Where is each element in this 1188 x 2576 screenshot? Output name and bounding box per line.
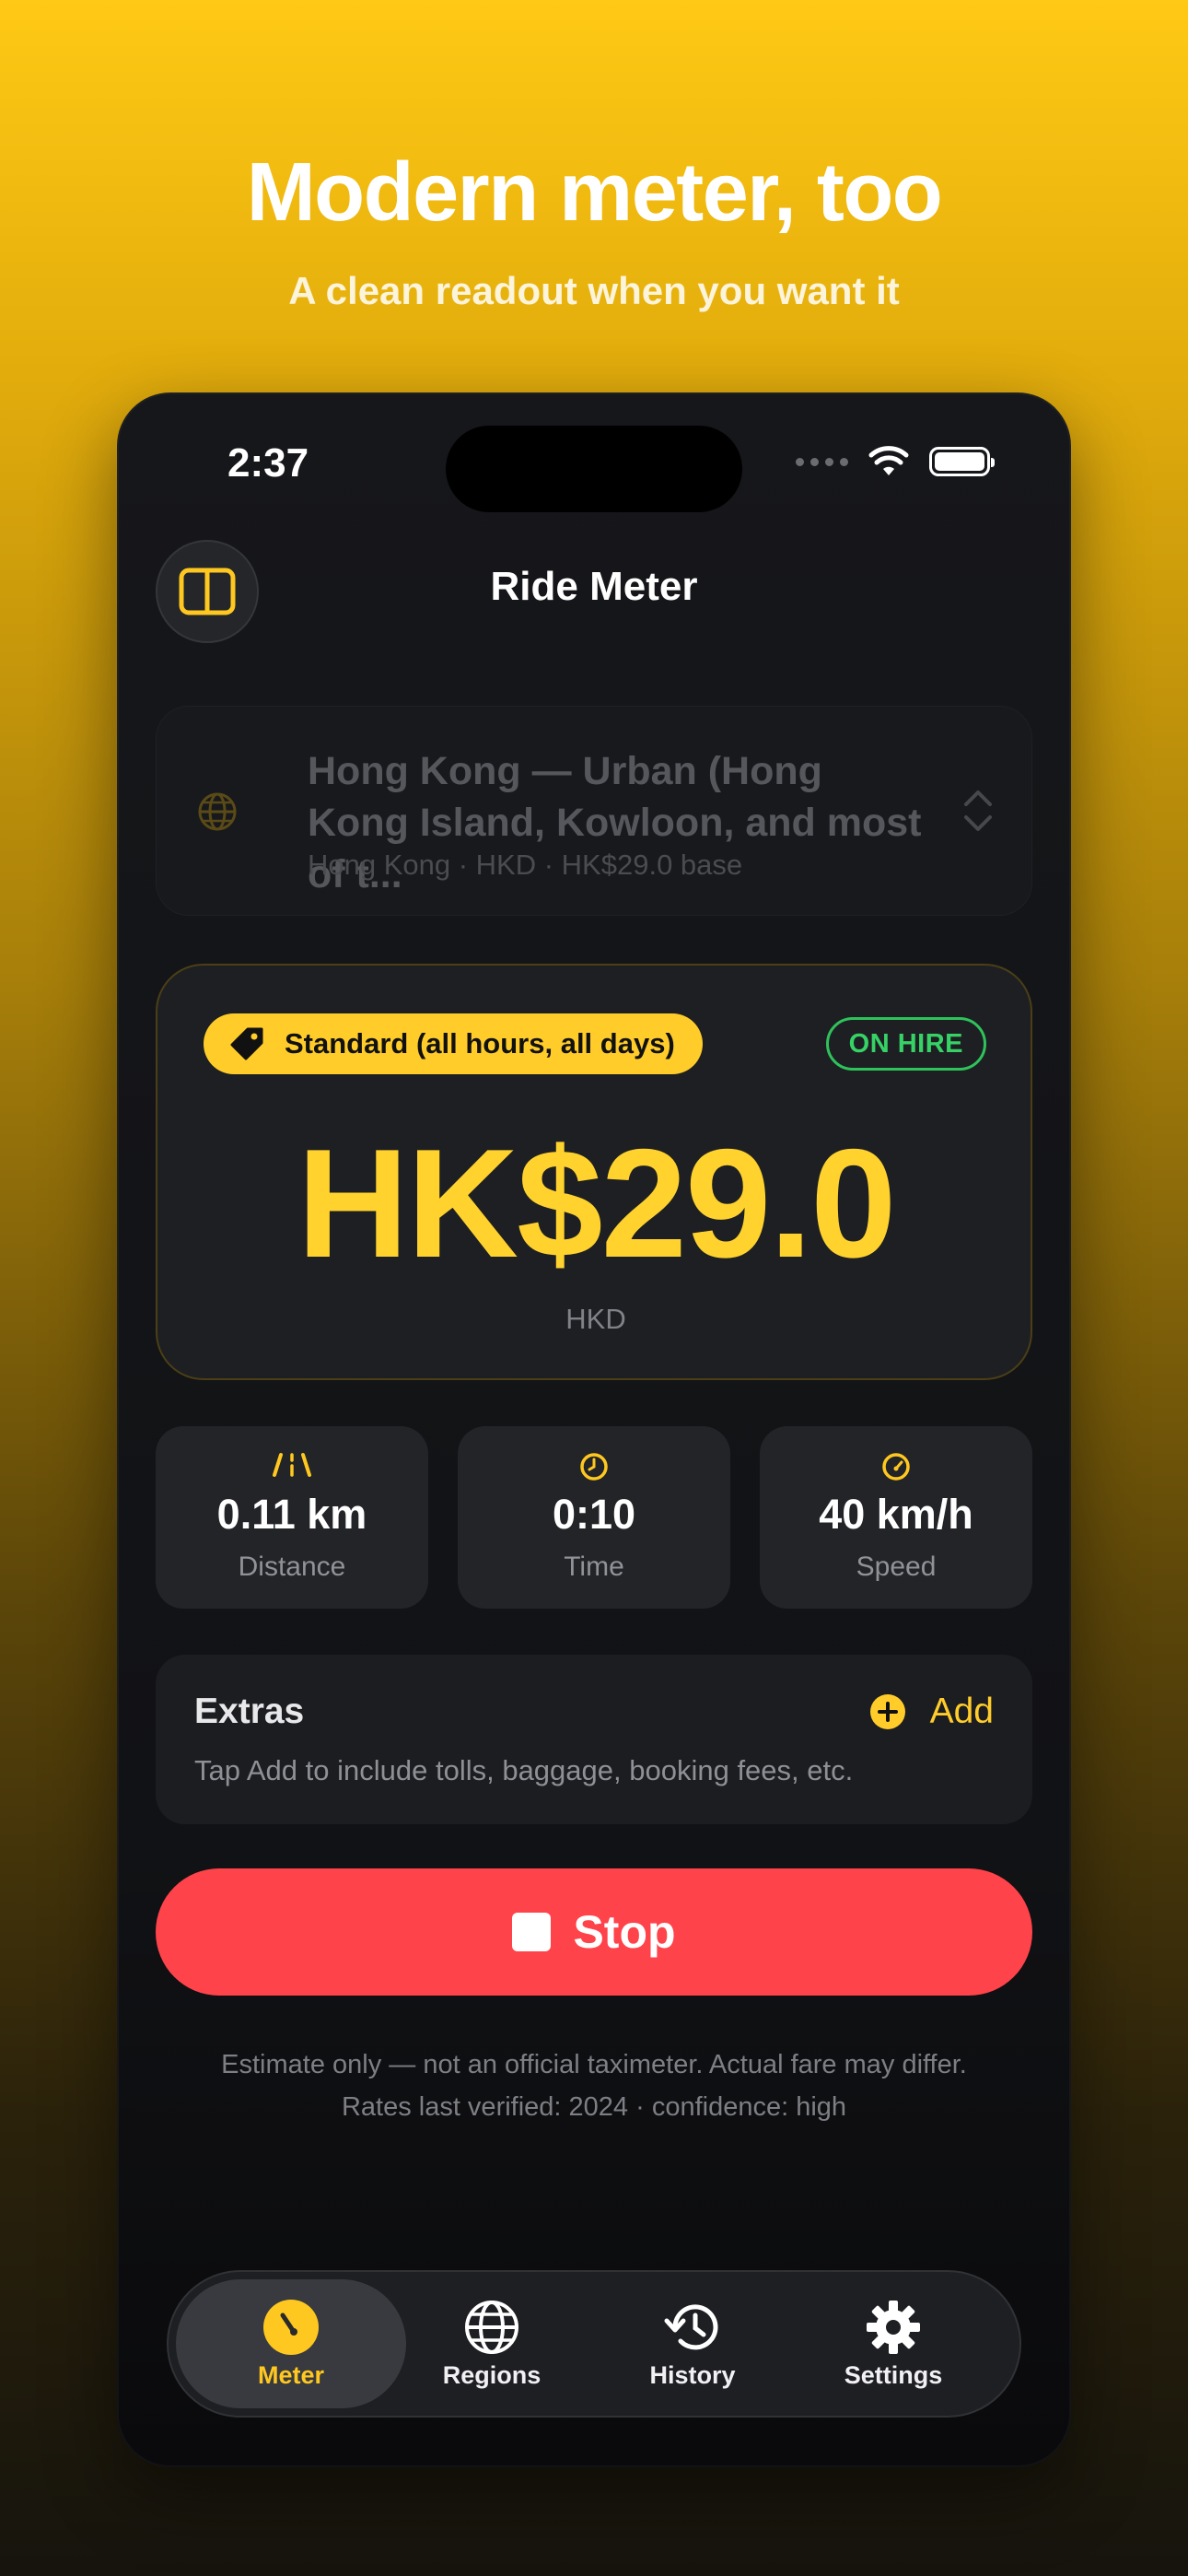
promo-subheadline: A clean readout when you want it <box>288 269 900 312</box>
region-picker[interactable]: Hong Kong — Urban (Hong Kong Island, Kow… <box>156 706 1032 916</box>
cellular-signal-icon <box>796 457 848 466</box>
tab-history-label: History <box>649 2360 736 2389</box>
tab-settings-label: Settings <box>844 2360 943 2389</box>
time-label: Time <box>564 1551 624 1582</box>
tab-regions[interactable]: Regions <box>377 2279 607 2408</box>
disclaimer-line-1: Estimate only — not an official taximete… <box>221 2050 967 2079</box>
stat-speed: 40 km/h Speed <box>760 1426 1032 1609</box>
clock-icon <box>580 1453 608 1481</box>
add-extra-label: Add <box>929 1692 994 1731</box>
fare-amount: HK$29.0 <box>297 1117 896 1290</box>
fare-currency: HKD <box>565 1303 626 1335</box>
tab-meter[interactable]: Meter <box>176 2279 406 2408</box>
tab-regions-label: Regions <box>442 2360 542 2389</box>
tab-bar: Meter Regions History Settings <box>167 2270 1021 2418</box>
phone-screen: 2:37 Ride Meter Hong Kong — Urban (Hong … <box>117 392 1071 2467</box>
extras-title: Extras <box>194 1692 305 1731</box>
distance-value: 0.11 km <box>216 1491 367 1538</box>
stop-button[interactable]: Stop <box>156 1868 1032 1996</box>
tag-icon <box>230 1027 263 1060</box>
gauge-icon <box>263 2299 319 2355</box>
plus-circle-icon <box>869 1694 905 1729</box>
stop-icon <box>512 1913 552 1951</box>
distance-label: Distance <box>238 1551 346 1582</box>
history-clock-icon <box>664 2303 718 2349</box>
fare-display: Standard (all hours, all days) ON HIRE H… <box>156 964 1032 1380</box>
disclaimer: Estimate only — not an official taximete… <box>117 2043 1071 2128</box>
status-time: 2:37 <box>227 440 309 486</box>
stop-label: Stop <box>573 1906 676 1958</box>
road-icon <box>273 1453 311 1477</box>
speed-label: Speed <box>856 1551 937 1582</box>
gear-icon <box>867 2300 920 2354</box>
add-extra-button[interactable]: Add <box>869 1692 994 1732</box>
globe-icon <box>465 2300 518 2354</box>
wifi-icon <box>868 446 909 475</box>
region-meta: Hong Kong · HKD · HK$29.0 base <box>308 849 743 881</box>
tariff-badge[interactable]: Standard (all hours, all days) <box>204 1013 703 1074</box>
stat-time: 0:10 Time <box>458 1426 730 1609</box>
speed-value: 40 km/h <box>819 1491 973 1538</box>
tariff-label: Standard (all hours, all days) <box>285 1027 675 1060</box>
hire-status-badge: ON HIRE <box>825 1017 986 1071</box>
battery-icon <box>929 447 995 476</box>
disclaimer-line-2: Rates last verified: 2024 · confidence: … <box>341 2092 847 2122</box>
globe-icon <box>198 792 237 831</box>
stat-distance: 0.11 km Distance <box>156 1426 428 1609</box>
extras-section: Extras Add Tap Add to include tolls, bag… <box>156 1655 1032 1824</box>
promo-headline: Modern meter, too <box>246 146 943 239</box>
status-icons <box>796 446 995 477</box>
dynamic-island <box>446 426 742 512</box>
time-value: 0:10 <box>552 1491 636 1538</box>
tab-history[interactable]: History <box>577 2279 808 2408</box>
speedometer-icon <box>882 1453 910 1481</box>
tab-settings[interactable]: Settings <box>778 2279 1008 2408</box>
nav-title: Ride Meter <box>490 564 698 609</box>
extras-hint: Tap Add to include tolls, baggage, booki… <box>194 1754 854 1786</box>
tab-meter-label: Meter <box>257 2360 325 2389</box>
chevron-up-down-icon <box>964 790 992 831</box>
